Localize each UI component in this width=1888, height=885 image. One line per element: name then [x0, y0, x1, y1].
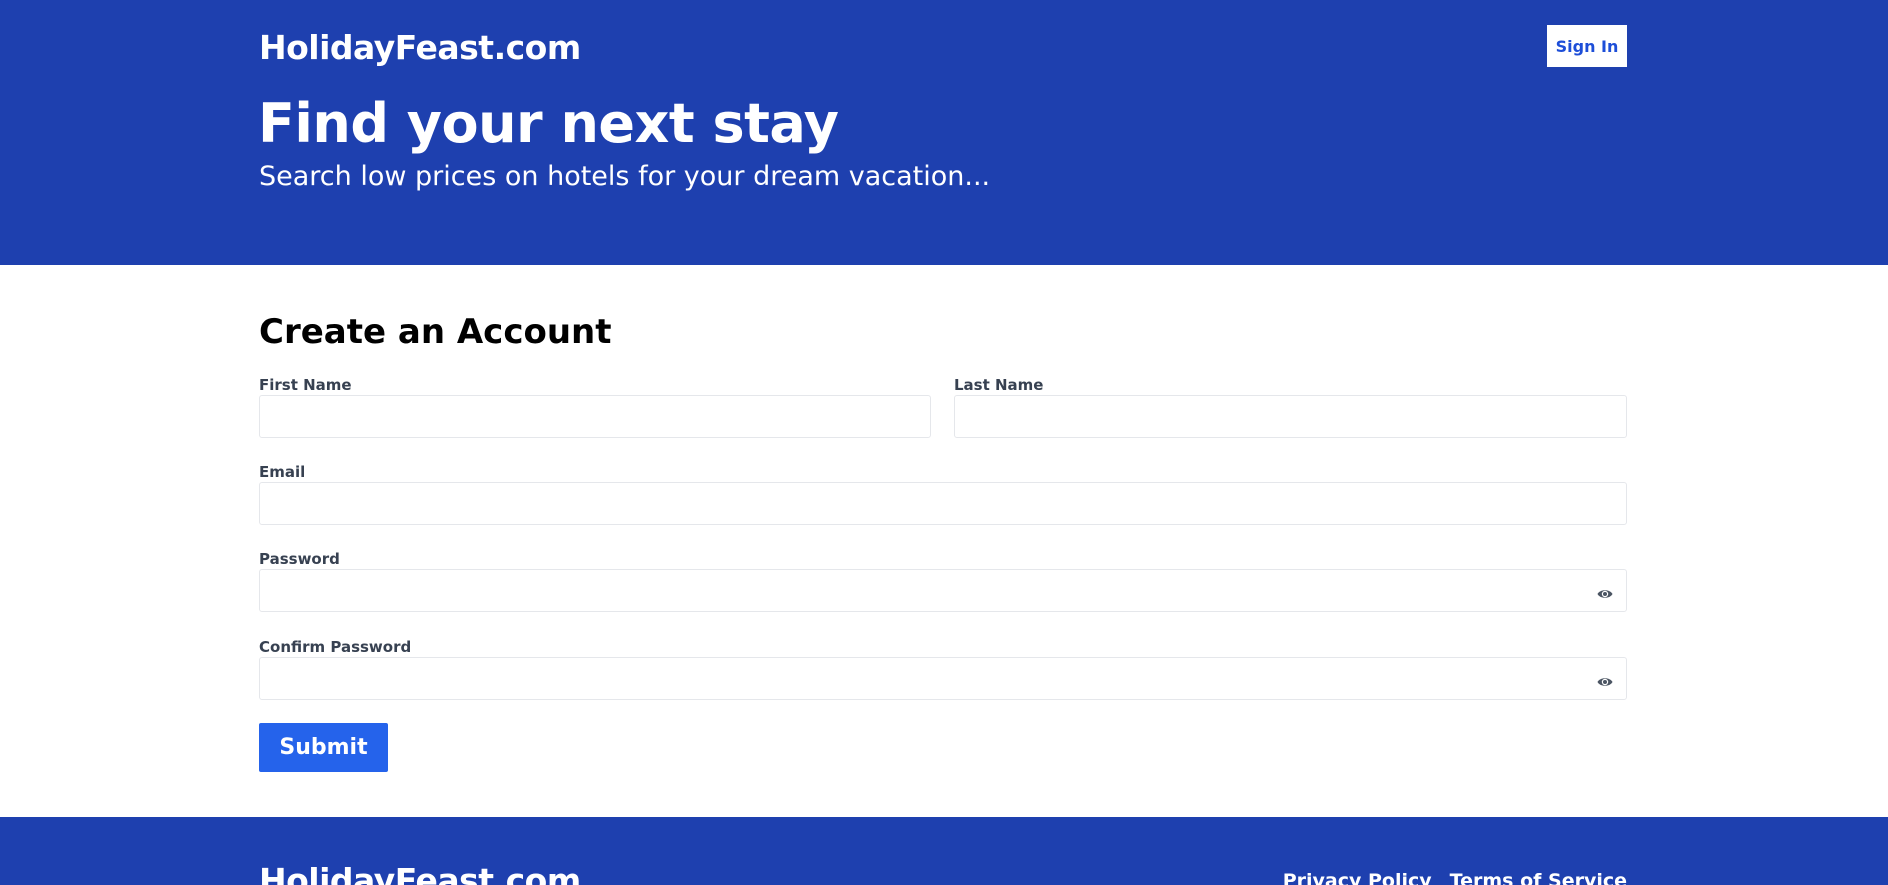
email-field[interactable] [259, 482, 1627, 525]
email-label: Email [259, 463, 306, 481]
submit-button[interactable]: Submit [259, 723, 388, 772]
terms-of-service-link[interactable]: Terms of Service [1450, 869, 1627, 885]
first-name-label: First Name [259, 376, 352, 394]
password-field[interactable] [259, 569, 1627, 612]
confirm-password-field[interactable] [259, 657, 1627, 700]
sign-in-button[interactable]: Sign In [1547, 25, 1627, 67]
footer-links: Privacy Policy Terms of Service [1283, 869, 1627, 885]
footer-logo[interactable]: HolidayFeast.com [259, 861, 581, 885]
confirm-password-label: Confirm Password [259, 638, 412, 656]
site-logo[interactable]: HolidayFeast.com [259, 28, 581, 68]
show-password-eye-icon[interactable] [1597, 585, 1613, 598]
last-name-label: Last Name [954, 376, 1044, 394]
form-title: Create an Account [259, 312, 612, 352]
password-label: Password [259, 550, 340, 568]
hero-title: Find your next stay [258, 92, 839, 155]
last-name-field[interactable] [954, 395, 1627, 438]
hero-subtitle: Search low prices on hotels for your dre… [259, 161, 991, 192]
site-footer: HolidayFeast.com Privacy Policy Terms of… [0, 817, 1888, 885]
privacy-policy-link[interactable]: Privacy Policy [1283, 869, 1432, 885]
show-confirm-password-eye-icon[interactable] [1597, 673, 1613, 686]
first-name-field[interactable] [259, 395, 931, 438]
